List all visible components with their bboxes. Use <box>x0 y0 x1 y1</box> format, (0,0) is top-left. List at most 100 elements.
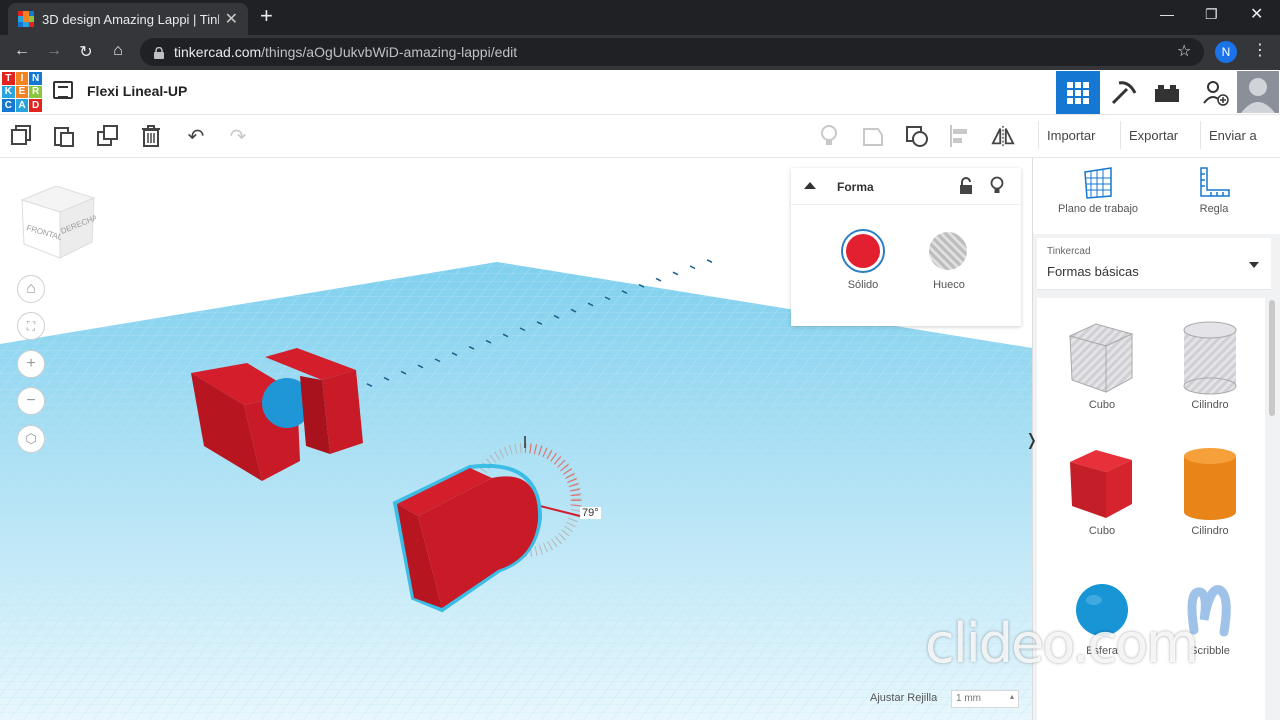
undo-icon[interactable]: ↶ <box>184 124 208 148</box>
bookmark-star-icon[interactable]: ☆ <box>1177 41 1191 61</box>
import-button[interactable]: Importar <box>1038 121 1103 149</box>
logo-letter: N <box>29 72 42 85</box>
close-tab-icon[interactable]: ✕ <box>225 9 238 29</box>
browser-tabstrip: 3D design Amazing Lappi | Tinker ✕ + — ❐… <box>0 0 1280 35</box>
ruler-tool[interactable]: Regla <box>1159 166 1269 215</box>
group-icon[interactable] <box>905 124 929 148</box>
workplane-tool[interactable]: Plano de trabajo <box>1043 166 1153 215</box>
workplane-label: Plano de trabajo <box>1057 203 1139 215</box>
minimize-icon[interactable]: — <box>1160 6 1174 22</box>
shape-cylinder[interactable]: Cilindro <box>1155 446 1265 537</box>
cube-red-icon <box>1070 450 1132 518</box>
logo-letter: I <box>15 72 29 85</box>
shape-library-select[interactable]: Tinkercad Formas básicas <box>1037 238 1271 290</box>
snap-grid-select[interactable]: 1 mm ▴ <box>951 690 1019 708</box>
browser-menu-icon[interactable]: ⋮ <box>1252 40 1268 60</box>
home-view-icon[interactable]: ⌂ <box>17 275 45 303</box>
cylinder-orange-icon <box>1184 448 1236 520</box>
new-tab-button[interactable]: + <box>260 5 273 27</box>
bricks-button[interactable] <box>1145 71 1189 114</box>
library-source: Tinkercad <box>1047 246 1091 257</box>
hide-bulb-icon[interactable] <box>990 176 1004 196</box>
cube-hole-icon <box>1068 323 1134 393</box>
restore-icon[interactable]: ❐ <box>1205 6 1218 23</box>
logo-letter: E <box>15 85 29 99</box>
collapse-caret-icon[interactable] <box>804 182 816 189</box>
workplane-icon <box>1084 167 1112 199</box>
shape-box-hole[interactable]: Cubo <box>1047 320 1157 411</box>
hole-label: Hueco <box>933 279 965 291</box>
shape-inspector: Forma Sólido Hueco <box>791 168 1021 326</box>
copy-icon[interactable] <box>10 124 34 148</box>
user-avatar[interactable] <box>1237 71 1279 113</box>
tinkercad-favicon <box>18 11 34 27</box>
mirror-icon[interactable] <box>991 124 1015 148</box>
solid-swatch[interactable] <box>841 229 885 273</box>
logo-letter: T <box>2 72 15 85</box>
stepper-icon: ▴ <box>1009 692 1014 701</box>
address-bar[interactable]: tinkercad.com/things/aOgUukvbWiD-amazing… <box>140 38 1204 66</box>
group-shape-icon[interactable] <box>861 124 885 148</box>
url-path: /things/aOgUukvbWiD-amazing-lappi/edit <box>261 44 518 60</box>
chevron-down-icon <box>1249 262 1259 268</box>
shape-label: Cilindro <box>1191 525 1229 537</box>
fit-view-icon[interactable]: ⛶ <box>17 312 45 340</box>
tinkercad-logo[interactable]: TIN KER CAD <box>2 72 42 112</box>
inspector-title: Forma <box>837 180 874 194</box>
close-window-icon[interactable]: ✕ <box>1250 4 1263 24</box>
shape-cylinder-hole[interactable]: Cilindro <box>1155 320 1265 411</box>
snap-grid-value: 1 mm <box>956 693 981 704</box>
view-cube[interactable]: FRONTAL DERECHA <box>20 185 100 267</box>
perspective-icon[interactable]: ⬡ <box>17 425 45 453</box>
shapes-scrollbar[interactable] <box>1269 300 1275 416</box>
shape-label: Cilindro <box>1191 399 1229 411</box>
ruler-icon <box>1200 167 1230 197</box>
home-icon[interactable]: ⌂ <box>108 42 128 60</box>
logo-letter: D <box>29 99 42 112</box>
zoom-in-icon[interactable]: + <box>17 350 45 378</box>
add-user-button[interactable] <box>1193 71 1237 114</box>
grid-view-icon <box>1067 81 1089 104</box>
send-to-button[interactable]: Enviar a <box>1200 121 1265 149</box>
logo-letter: A <box>15 99 29 112</box>
pickaxe-icon <box>1111 80 1137 104</box>
back-icon[interactable]: ← <box>12 42 32 60</box>
shape-label: Cubo <box>1088 399 1116 411</box>
reload-icon[interactable]: ↻ <box>76 42 96 62</box>
profile-avatar[interactable]: N <box>1215 41 1237 63</box>
logo-letter: C <box>2 99 15 112</box>
shape-box[interactable]: Cubo <box>1047 446 1157 537</box>
browser-tab[interactable]: 3D design Amazing Lappi | Tinker ✕ <box>8 3 248 35</box>
forward-icon[interactable]: → <box>44 42 64 60</box>
collapse-panel-icon[interactable]: ❭ <box>1025 430 1038 450</box>
snap-grid-label: Ajustar Rejilla <box>870 692 938 704</box>
shape-label: Cubo <box>1088 525 1116 537</box>
logo-letter: R <box>29 85 42 99</box>
lock-icon <box>154 46 164 59</box>
solid-color-dot <box>846 234 880 268</box>
solid-label: Sólido <box>847 279 879 291</box>
lock-shape-icon[interactable] <box>959 177 973 195</box>
delete-icon[interactable] <box>139 124 163 148</box>
add-user-icon <box>1203 80 1229 106</box>
brick-icon <box>1155 84 1179 102</box>
hole-swatch[interactable] <box>929 232 967 270</box>
rotation-angle-readout: 79° <box>580 507 601 519</box>
logo-letter: K <box>2 85 15 99</box>
library-value: Formas básicas <box>1047 264 1139 279</box>
export-button[interactable]: Exportar <box>1120 121 1186 149</box>
tab-title: 3D design Amazing Lappi | Tinker <box>42 11 219 27</box>
show-bulb-icon[interactable] <box>817 124 841 148</box>
align-icon[interactable] <box>948 124 972 148</box>
blocks-pickaxe-button[interactable] <box>1101 71 1145 114</box>
design-list-icon[interactable] <box>53 81 73 99</box>
3d-view-button[interactable] <box>1056 71 1100 114</box>
paste-icon[interactable] <box>52 124 76 148</box>
redo-icon[interactable]: ↷ <box>226 124 250 148</box>
zoom-out-icon[interactable]: − <box>17 387 45 415</box>
video-watermark: clideo.com <box>925 612 1199 675</box>
project-title[interactable]: Flexi Lineal-UP <box>87 83 187 99</box>
url-host: tinkercad.com <box>174 44 262 60</box>
duplicate-icon[interactable] <box>96 124 120 148</box>
cylinder-hole-icon <box>1183 321 1237 395</box>
